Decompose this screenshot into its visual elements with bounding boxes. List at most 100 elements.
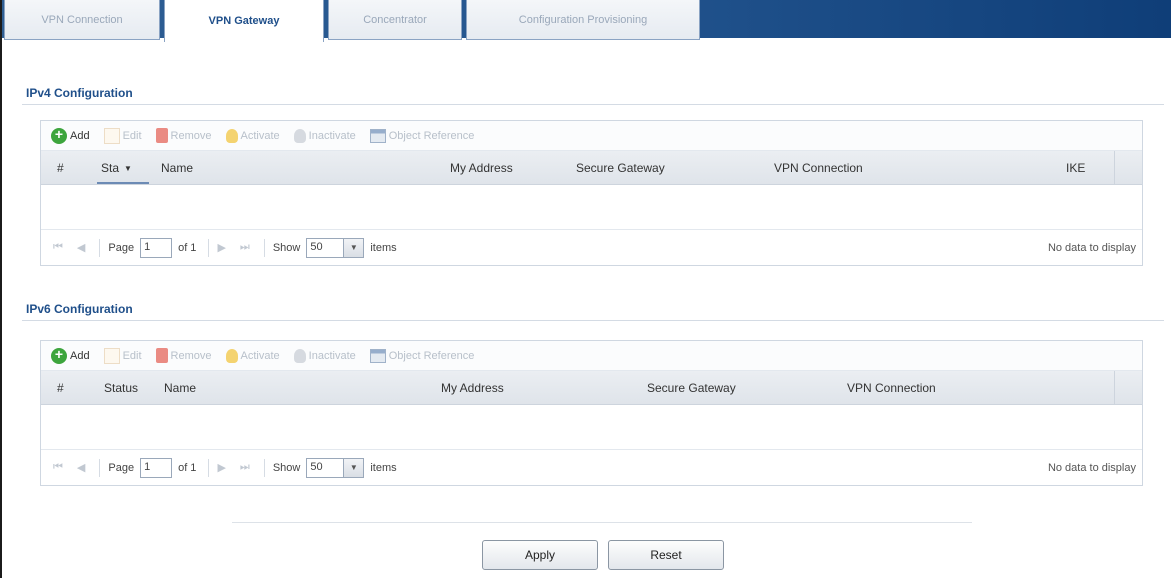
ipv4-add-button[interactable]: Add [51, 126, 90, 144]
pager-separator [263, 458, 265, 477]
page-label: Page [108, 241, 135, 254]
column-menu-handle[interactable] [1114, 151, 1142, 185]
add-icon [51, 126, 67, 144]
lightbulb-off-icon [293, 348, 306, 363]
ipv4-section-divider [22, 104, 1164, 105]
reset-button[interactable]: Reset [608, 540, 724, 570]
next-page-icon[interactable]: ▶ [217, 461, 225, 474]
lightbulb-off-icon [293, 128, 306, 143]
object-reference-icon [369, 348, 386, 363]
items-per-page-value: 50 [306, 237, 345, 258]
ipv6-add-button[interactable]: Add [51, 346, 90, 364]
column-name[interactable]: Name [164, 371, 196, 405]
ipv4-table-panel: Add Edit Remove Activate Inactivate Obje… [40, 120, 1143, 266]
chevron-down-icon[interactable]: ▼ [344, 237, 365, 258]
ipv4-table-header: # Sta ▼ Name My Address Secure Gateway V… [41, 151, 1142, 185]
ipv4-activate-button[interactable]: Activate [225, 128, 280, 143]
column-vpn-connection[interactable]: VPN Connection [847, 371, 936, 405]
page-input[interactable]: 1 [140, 457, 173, 478]
no-data-message: No data to display [1047, 242, 1136, 254]
ipv4-toolbar: Add Edit Remove Activate Inactivate Obje… [41, 121, 1142, 151]
pager-separator [208, 238, 210, 257]
column-my-address[interactable]: My Address [441, 371, 504, 405]
column-ike[interactable]: IKE [1066, 151, 1085, 185]
ipv6-inactivate-button[interactable]: Inactivate [293, 348, 356, 363]
ipv6-object-reference-button[interactable]: Object Reference [369, 348, 475, 363]
ipv6-section-title: IPv6 Configuration [26, 302, 133, 316]
footer-divider [232, 522, 972, 523]
tab-vpn-connection[interactable]: VPN Connection [4, 0, 160, 40]
add-label: Add [70, 349, 90, 362]
column-menu-handle[interactable] [1114, 371, 1142, 405]
sort-down-icon: ▼ [124, 163, 132, 173]
first-page-icon[interactable]: ⏮ [53, 461, 63, 474]
apply-button[interactable]: Apply [482, 540, 598, 570]
remove-icon [155, 348, 168, 363]
activate-label: Activate [240, 349, 280, 362]
pager-separator [263, 238, 265, 257]
page-label: Page [108, 461, 135, 474]
edit-icon [103, 127, 120, 144]
remove-label: Remove [170, 129, 212, 142]
no-data-message: No data to display [1047, 462, 1136, 474]
ipv6-section-divider [22, 320, 1164, 321]
tab-vpn-gateway[interactable]: VPN Gateway [164, 0, 324, 42]
items-per-page-select[interactable]: 50 ▼ [306, 237, 365, 258]
tab-bar: VPN Connection VPN Gateway Concentrator … [2, 0, 1171, 42]
items-per-page-value: 50 [306, 457, 345, 478]
ipv6-activate-button[interactable]: Activate [225, 348, 280, 363]
object-reference-label: Object Reference [388, 349, 475, 362]
lightbulb-on-icon [225, 348, 238, 363]
column-status[interactable]: Status [104, 371, 138, 405]
items-label: items [370, 241, 397, 254]
show-label: Show [272, 461, 301, 474]
column-secure-gateway[interactable]: Secure Gateway [647, 371, 736, 405]
page-of-label: of 1 [178, 461, 197, 474]
inactivate-label: Inactivate [308, 349, 356, 362]
column-name[interactable]: Name [161, 151, 193, 185]
show-label: Show [272, 241, 301, 254]
tab-concentrator[interactable]: Concentrator [328, 0, 462, 40]
last-page-icon[interactable]: ⏭ [240, 241, 250, 254]
inactivate-label: Inactivate [308, 129, 356, 142]
page-of-label: of 1 [178, 241, 197, 254]
items-label: items [370, 461, 397, 474]
pager-separator [99, 458, 101, 477]
column-my-address[interactable]: My Address [450, 151, 513, 185]
edit-icon [103, 347, 120, 364]
edit-label: Edit [122, 349, 142, 362]
ipv6-table-panel: Add Edit Remove Activate Inactivate Obje… [40, 340, 1143, 486]
column-vpn-connection[interactable]: VPN Connection [774, 151, 863, 185]
sort-indicator [97, 182, 149, 184]
ipv4-remove-button[interactable]: Remove [155, 128, 212, 143]
ipv4-inactivate-button[interactable]: Inactivate [293, 128, 356, 143]
column-number: # [57, 381, 64, 395]
add-label: Add [70, 129, 90, 142]
items-per-page-select[interactable]: 50 ▼ [306, 457, 365, 478]
ipv6-table-header: # Status Name My Address Secure Gateway … [41, 371, 1142, 405]
tab-configuration-provisioning[interactable]: Configuration Provisioning [466, 0, 700, 40]
last-page-icon[interactable]: ⏭ [240, 461, 250, 474]
column-secure-gateway[interactable]: Secure Gateway [576, 151, 665, 185]
first-page-icon[interactable]: ⏮ [53, 241, 63, 254]
page-input[interactable]: 1 [140, 237, 173, 258]
ipv6-edit-button[interactable]: Edit [103, 347, 142, 364]
column-number: # [57, 161, 64, 175]
edit-label: Edit [122, 129, 142, 142]
pager-separator [99, 238, 101, 257]
object-reference-label: Object Reference [388, 129, 475, 142]
column-status[interactable]: Sta ▼ [101, 151, 132, 185]
ipv4-section-title: IPv4 Configuration [26, 86, 133, 100]
next-page-icon[interactable]: ▶ [217, 241, 225, 254]
activate-label: Activate [240, 129, 280, 142]
ipv6-remove-button[interactable]: Remove [155, 348, 212, 363]
prev-page-icon[interactable]: ◀ [77, 461, 85, 474]
prev-page-icon[interactable]: ◀ [77, 241, 85, 254]
chevron-down-icon[interactable]: ▼ [344, 457, 365, 478]
ipv4-object-reference-button[interactable]: Object Reference [369, 128, 475, 143]
window-border [0, 0, 2, 578]
remove-icon [155, 128, 168, 143]
ipv6-toolbar: Add Edit Remove Activate Inactivate Obje… [41, 341, 1142, 371]
ipv4-edit-button[interactable]: Edit [103, 127, 142, 144]
ipv4-pager: ⏮ ◀ Page 1 of 1 ▶ ⏭ Show 50 ▼ items No d… [41, 229, 1142, 265]
